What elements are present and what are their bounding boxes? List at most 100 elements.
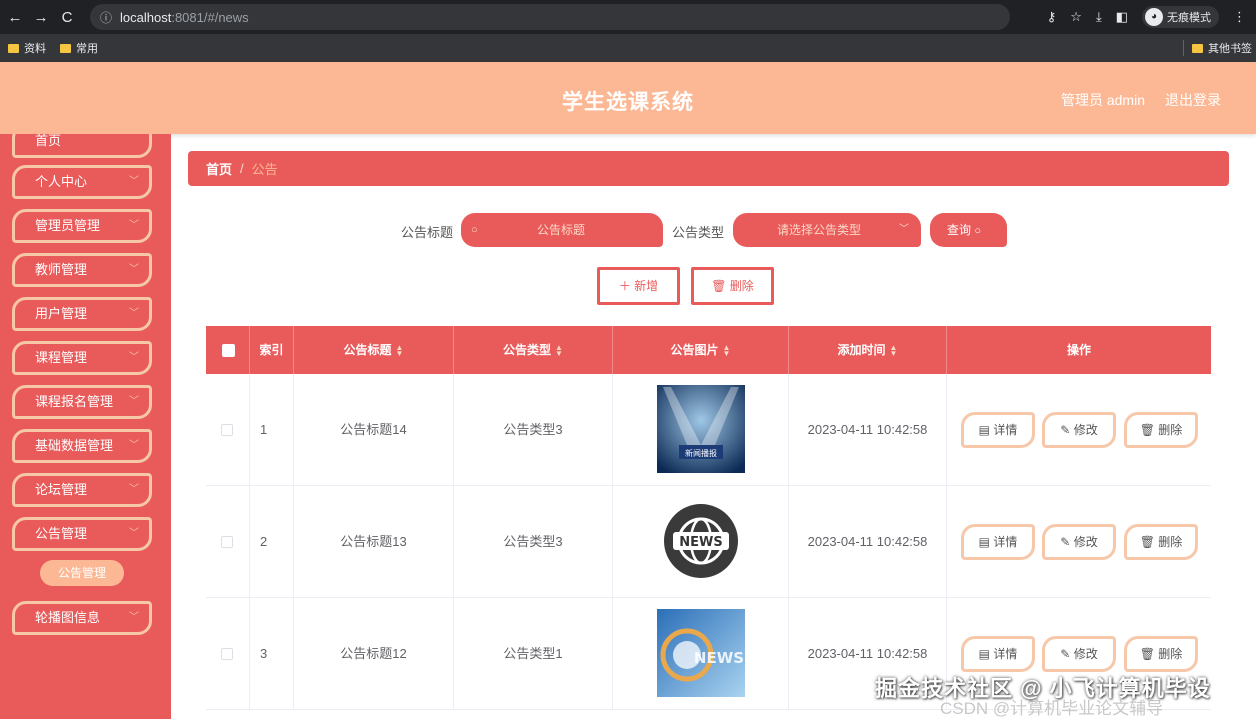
incognito-badge[interactable]: ◕ 无痕模式 (1142, 6, 1219, 28)
chevron-down-icon: ﹀ (129, 528, 139, 539)
sidebar-item-carousel[interactable]: 轮播图信息 ﹀ (12, 601, 152, 635)
col-title[interactable]: 公告标题 ▲ ▼ (294, 326, 454, 374)
row-checkbox[interactable] (221, 536, 233, 548)
document-icon: ▤ (978, 423, 990, 437)
key-icon[interactable]: ⚷ (1047, 9, 1057, 25)
row-type: 公告类型3 (454, 374, 613, 485)
menu-icon[interactable]: ⋮ (1233, 9, 1246, 25)
row-type: 公告类型3 (454, 486, 613, 597)
detail-button[interactable]: ▤ 详情 (961, 412, 1035, 448)
row-index: 1 (250, 374, 294, 485)
sidebar-item-admins[interactable]: 管理员管理 ﹀ (12, 209, 152, 243)
trash-icon: 🗑 (711, 279, 727, 293)
sort-icon[interactable]: ▲ ▼ (396, 343, 404, 357)
row-index: 2 (250, 486, 294, 597)
juejin-watermark: 掘金技术社区 @ 小飞计算机毕设 (875, 676, 1211, 701)
image-caption: 新闻播报 (685, 448, 717, 458)
sidebar-item-users[interactable]: 用户管理 ﹀ (12, 297, 152, 331)
sidebar-item-base-data[interactable]: 基础数据管理 ﹀ (12, 429, 152, 463)
news-globe-badge[interactable]: NEWS (657, 497, 745, 585)
row-checkbox[interactable] (221, 424, 233, 436)
logout-link[interactable]: 退出登录 (1165, 90, 1221, 110)
star-icon[interactable]: ☆ (1070, 9, 1082, 25)
sidebar-item-notices[interactable]: 公告管理 ﹀ (12, 517, 152, 551)
app-header: 学生选课系统 管理员 admin 退出登录 (0, 62, 1256, 134)
sidepanel-icon[interactable]: ◧ (1116, 9, 1128, 25)
sort-icon[interactable]: ▲ ▼ (723, 343, 731, 357)
col-actions: 操作 (1066, 343, 1091, 357)
sidebar-item-enrollment[interactable]: 课程报名管理 ﹀ (12, 385, 152, 419)
sort-icon[interactable]: ▲ ▼ (555, 343, 563, 357)
header-select-cell (206, 326, 250, 374)
col-time[interactable]: 添加时间 ▲ ▼ (789, 326, 947, 374)
image-caption: NEWS (694, 649, 744, 667)
url-host: localhost (120, 9, 172, 25)
chevron-down-icon: ﹀ (129, 612, 139, 623)
title-search-input[interactable]: ○ 公告标题 (461, 213, 663, 247)
search-icon: ○ (974, 225, 982, 237)
row-time: 2023-04-11 10:42:58 (789, 374, 947, 485)
sidebar-item-profile[interactable]: 个人中心 ﹀ (12, 165, 152, 199)
delete-button[interactable]: 🗑 删除 (1124, 636, 1198, 672)
type-select[interactable]: 请选择公告类型 ﹀ (733, 213, 921, 247)
trash-icon: 🗑 (1139, 647, 1155, 661)
stage-news-image[interactable]: 新闻播报 (657, 385, 745, 473)
select-all-checkbox[interactable] (222, 344, 235, 357)
col-type[interactable]: 公告类型 ▲ ▼ (454, 326, 613, 374)
trash-icon: 🗑 (1139, 423, 1155, 437)
edit-button[interactable]: ✎ 修改 (1042, 636, 1116, 672)
chevron-down-icon: ﹀ (129, 484, 139, 495)
address-bar[interactable]: ⓘ localhost:8081/#/news (90, 4, 1010, 30)
type-filter-label: 公告类型 (672, 225, 725, 240)
image-caption: NEWS (679, 535, 722, 550)
folder-icon (8, 43, 19, 53)
search-icon: ○ (471, 224, 478, 236)
sidebar-item-courses[interactable]: 课程管理 ﹀ (12, 341, 152, 375)
breadcrumb-home[interactable]: 首页 (206, 159, 232, 178)
incognito-label: 无痕模式 (1167, 12, 1211, 24)
sidebar-subitem-notices[interactable]: 公告管理 (40, 560, 124, 586)
url-path: :8081/#/news (171, 9, 249, 25)
detail-button[interactable]: ▤ 详情 (961, 524, 1035, 560)
pencil-icon: ✎ (1060, 423, 1071, 437)
delete-button[interactable]: 🗑 删除 (1124, 524, 1198, 560)
delete-button[interactable]: 🗑 删除 (1124, 412, 1198, 448)
sort-icon[interactable]: ▲ ▼ (890, 343, 898, 357)
sidebar-item-home[interactable]: 首页 (12, 134, 152, 158)
browser-toolbar: ← → C ⓘ localhost:8081/#/news ⚷ ☆ ⤓ ◧ ◕ … (0, 0, 1256, 34)
title-filter-label: 公告标题 (401, 225, 454, 240)
back-icon[interactable]: ← (4, 9, 26, 26)
chevron-down-icon: ﹀ (129, 264, 139, 275)
blue-news-image[interactable]: NEWS (657, 609, 745, 697)
other-bookmarks[interactable]: 其他书签 (1183, 40, 1252, 56)
site-info-icon[interactable]: ⓘ (100, 9, 112, 26)
add-button[interactable]: ＋ 新增 (597, 267, 680, 305)
breadcrumb-current: 公告 (251, 162, 278, 177)
row-time: 2023-04-11 10:42:58 (789, 486, 947, 597)
row-checkbox[interactable] (221, 648, 233, 660)
edit-button[interactable]: ✎ 修改 (1042, 524, 1116, 560)
sidebar-item-forum[interactable]: 论坛管理 ﹀ (12, 473, 152, 507)
document-icon: ▤ (978, 647, 990, 661)
pencil-icon: ✎ (1060, 647, 1071, 661)
sidebar-item-teachers[interactable]: 教师管理 ﹀ (12, 253, 152, 287)
incognito-icon: ◕ (1145, 8, 1163, 26)
reload-icon[interactable]: C (56, 9, 78, 26)
bulk-delete-button[interactable]: 🗑 删除 (691, 267, 774, 305)
trash-icon: 🗑 (1139, 535, 1155, 549)
detail-button[interactable]: ▤ 详情 (961, 636, 1035, 672)
document-icon: ▤ (978, 535, 990, 549)
bookmark-folder[interactable]: 资料 (8, 40, 46, 56)
edit-button[interactable]: ✎ 修改 (1042, 412, 1116, 448)
bookmark-folder[interactable]: 常用 (60, 40, 98, 56)
col-image[interactable]: 公告图片 ▲ ▼ (613, 326, 789, 374)
folder-icon (60, 43, 71, 53)
sidebar: 首页 个人中心 ﹀ 管理员管理 ﹀ 教师管理 ﹀ 用户管理 ﹀ 课程管理 ﹀ 课程报名管理… (0, 134, 171, 719)
row-title: 公告标题13 (294, 486, 454, 597)
chevron-down-icon: ﹀ (129, 176, 139, 187)
forward-icon[interactable]: → (30, 9, 52, 26)
notice-table: 索引 公告标题 ▲ ▼ 公告类型 ▲ ▼ 公告图片 ▲ ▼ 添加时间 ▲ ▼ 操作 1 公告标题… (206, 326, 1211, 719)
query-button[interactable]: 查询 ○ (930, 213, 1007, 247)
row-index: 3 (250, 598, 294, 709)
download-icon[interactable]: ⤓ (1096, 9, 1102, 25)
